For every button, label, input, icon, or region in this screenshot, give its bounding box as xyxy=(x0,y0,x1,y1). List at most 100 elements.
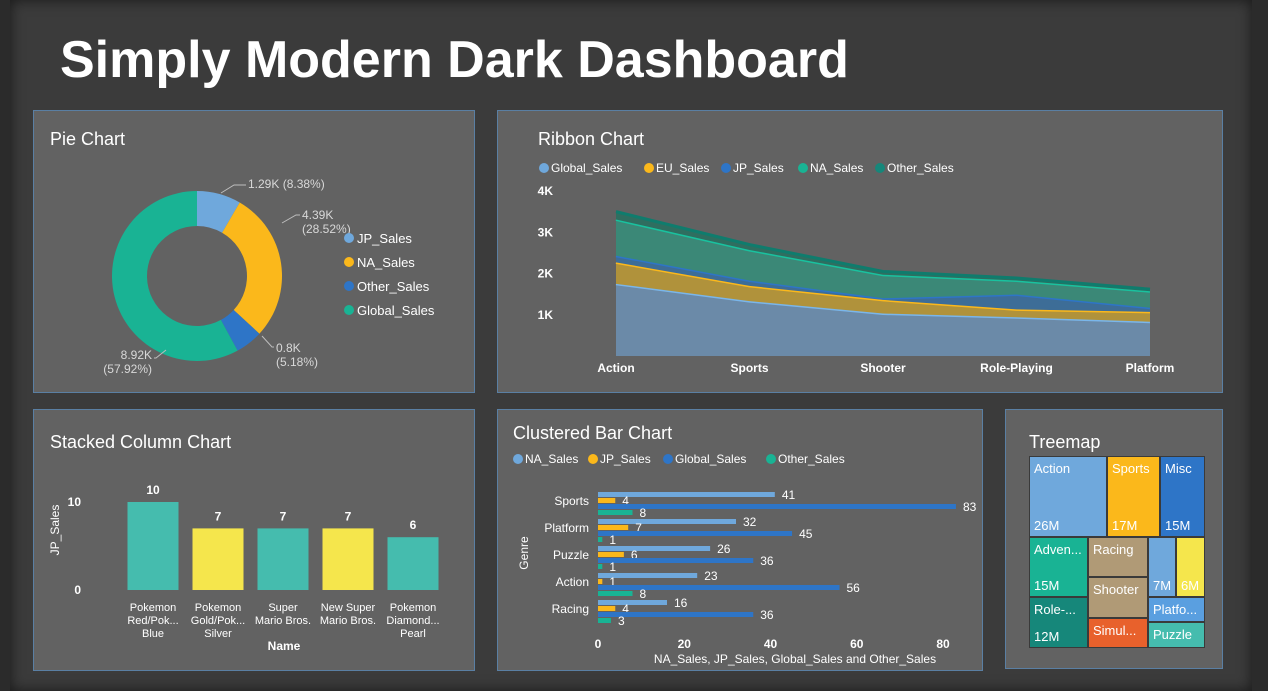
clustered-bar xyxy=(598,525,629,530)
stacked-x-tick: Gold/Pok... xyxy=(191,615,245,627)
pie-legend-label: Other_Sales xyxy=(357,279,430,294)
clustered-y-tick: Sports xyxy=(554,494,589,508)
stacked-data-label: 7 xyxy=(345,509,352,523)
stacked-y-tick: 10 xyxy=(68,495,82,509)
clustered-data-label: 83 xyxy=(963,500,977,514)
clustered-x-tick: 0 xyxy=(595,637,602,651)
stacked-x-tick: Diamond... xyxy=(386,615,439,627)
clustered-y-tick: Puzzle xyxy=(553,548,589,562)
treemap-cell[interactable]: 7M xyxy=(1148,537,1176,597)
clustered-bar xyxy=(598,546,711,551)
ribbon-chart: Global_Sales EU_Sales JP_Sales NA_Sales Othe… xyxy=(538,161,1175,375)
clustered-y-tick: Platform xyxy=(544,521,589,535)
stacked-x-tick: New Super xyxy=(321,602,376,614)
clustered-legend-label: Other_Sales xyxy=(778,452,845,466)
clustered-data-label: 41 xyxy=(782,488,796,502)
clustered-x-axis-label: NA_Sales, JP_Sales, Global_Sales and Oth… xyxy=(654,652,936,666)
ribbon-x-tick: Sports xyxy=(730,361,768,375)
treemap-cell[interactable]: Misc 15M xyxy=(1160,456,1205,537)
treemap-cell[interactable]: Sports 17M xyxy=(1107,456,1160,537)
pie-legend-label: JP_Sales xyxy=(357,231,412,246)
ribbon-legend-label: JP_Sales xyxy=(733,161,784,175)
treemap-cell-label: Platfo... xyxy=(1153,602,1198,617)
treemap-cell[interactable]: Simul... xyxy=(1088,618,1148,648)
treemap-cell-value: 12M xyxy=(1034,629,1060,644)
stacked-x-tick: Blue xyxy=(142,628,164,640)
stacked-data-label: 6 xyxy=(410,518,417,532)
clustered-data-label: 36 xyxy=(760,554,774,568)
clustered-legend-label: NA_Sales xyxy=(525,452,578,466)
clustered-legend-label: JP_Sales xyxy=(600,452,651,466)
stacked-x-tick: Pokemon xyxy=(130,602,176,614)
treemap-cell-label: Sports xyxy=(1112,461,1150,476)
clustered-data-label: 8 xyxy=(640,506,647,520)
clustered-bar xyxy=(598,600,667,605)
clustered-data-label: 1 xyxy=(609,560,616,574)
clustered-data-label: 16 xyxy=(674,596,688,610)
clustered-bar xyxy=(598,519,736,524)
clustered-bar xyxy=(598,510,633,515)
ribbon-legend-label: EU_Sales xyxy=(656,161,709,175)
stacked-x-axis-label: Name xyxy=(268,639,301,653)
clustered-data-label: 56 xyxy=(847,581,861,595)
treemap-cell-value: 26M xyxy=(1034,518,1060,533)
pie-chart-panel[interactable]: Pie Chart 1.29K (8.38%) 4.39K (28.52%) 0.8K… xyxy=(33,110,475,393)
clustered-bar xyxy=(598,618,611,623)
treemap-chart: Action 26M Sports 17M Misc 15M Adven... 15M Raci… xyxy=(1029,456,1205,648)
treemap-cell-label: Puzzle xyxy=(1153,627,1193,642)
pie-legend-marker xyxy=(344,281,354,291)
pie-legend-marker xyxy=(344,233,354,243)
pie-leader-line xyxy=(220,184,246,194)
pie-leader-line xyxy=(261,335,274,348)
treemap-cell[interactable]: Role-... 12M xyxy=(1029,597,1088,648)
ribbon-legend-label: NA_Sales xyxy=(810,161,863,175)
clustered-bar xyxy=(598,498,616,503)
stacked-column-panel[interactable]: Stacked Column Chart 10 0 JP_Sales 10 Pokemo… xyxy=(33,409,475,671)
treemap-cell[interactable]: Shooter xyxy=(1088,577,1148,618)
pie-leader-line xyxy=(281,214,300,224)
stacked-column-chart: 100JP_Sales10PokemonRed/Pok...Blue7Pokem… xyxy=(48,483,440,653)
treemap-cell[interactable]: Adven... 15M xyxy=(1029,537,1088,597)
treemap-panel[interactable]: Treemap Action 26M Sports 17M Misc 15M Adven..… xyxy=(1005,409,1223,669)
ribbon-chart-panel[interactable]: Ribbon Chart Global_Sales EU_Sales JP_Sale… xyxy=(497,110,1223,393)
pie-data-label: (28.52%) xyxy=(302,222,351,236)
stacked-column-bar xyxy=(192,528,244,590)
stacked-column-bar xyxy=(322,528,374,590)
treemap-cell-label: Shooter xyxy=(1093,582,1139,597)
treemap-cell[interactable]: Action 26M xyxy=(1029,456,1107,537)
stacked-column-bar xyxy=(127,502,179,590)
treemap-cell[interactable]: Racing xyxy=(1088,537,1148,577)
clustered-legend-marker xyxy=(766,454,776,464)
pie-data-label: (5.18%) xyxy=(276,355,318,369)
treemap-cell[interactable]: Puzzle xyxy=(1148,622,1205,648)
pie-data-label: 0.8K xyxy=(276,341,301,355)
clustered-x-tick: 40 xyxy=(764,637,778,651)
ribbon-y-tick: 4K xyxy=(538,184,554,198)
treemap-cell[interactable]: 6M xyxy=(1176,537,1205,597)
dashboard-frame: Simply Modern Dark Dashboard Pie Chart 1… xyxy=(10,0,1252,691)
clustered-bar xyxy=(598,591,633,596)
treemap-title: Treemap xyxy=(1029,432,1101,452)
ribbon-y-tick: 1K xyxy=(538,308,554,322)
treemap-cell-value: 6M xyxy=(1181,578,1200,593)
treemap-cell-value: 7M xyxy=(1153,578,1172,593)
clustered-data-label: 32 xyxy=(743,515,757,529)
ribbon-y-tick: 3K xyxy=(538,225,554,239)
ribbon-legend-marker xyxy=(721,163,731,173)
clustered-bar-panel[interactable]: Clustered Bar Chart NA_Sales JP_Sales Glob… xyxy=(497,409,983,671)
stacked-data-label: 7 xyxy=(280,509,287,523)
treemap-cell-value: 15M xyxy=(1034,578,1060,593)
stacked-y-tick: 0 xyxy=(74,583,81,597)
treemap-cell[interactable]: Platfo... xyxy=(1148,597,1205,622)
clustered-legend-label: Global_Sales xyxy=(675,452,746,466)
pie-legend-marker xyxy=(344,305,354,315)
pie-data-label: 4.39K xyxy=(302,208,333,222)
clustered-bar xyxy=(598,579,603,584)
clustered-x-tick: 80 xyxy=(936,637,950,651)
pie-legend-label: NA_Sales xyxy=(357,255,415,270)
stacked-column-bar xyxy=(257,528,309,590)
stacked-x-tick: Pokemon xyxy=(390,602,436,614)
ribbon-x-tick: Platform xyxy=(1126,361,1175,375)
ribbon-legend-marker xyxy=(798,163,808,173)
stacked-x-tick: Red/Pok... xyxy=(127,615,178,627)
